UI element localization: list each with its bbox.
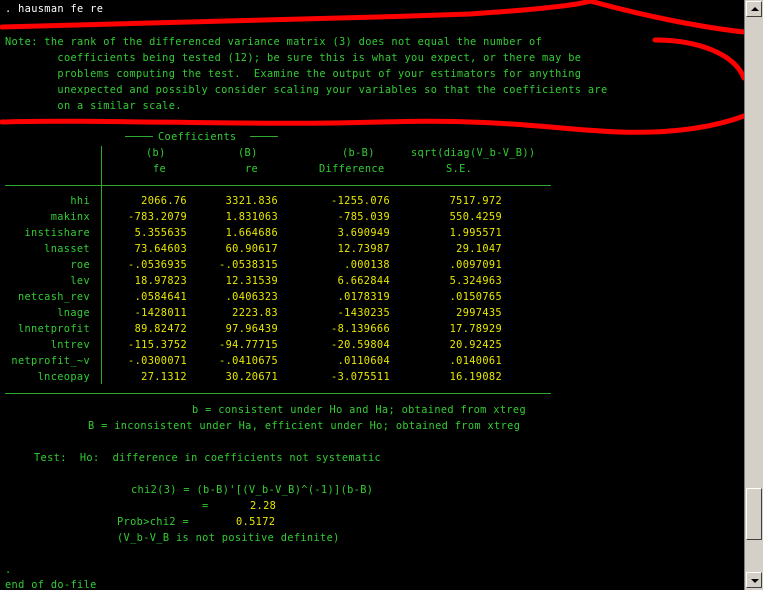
table-bottom-rule: [5, 393, 551, 394]
chi2-formula: chi2(3) = (b-B)'[(V_b-V_B)^(-1)](b-B): [131, 484, 374, 496]
row-value-re: 60.90617: [225, 243, 278, 255]
row-variable-name: netcash_rev: [17, 291, 90, 303]
row-value-fe: .0584641: [134, 291, 187, 303]
table-header-rule: [5, 185, 551, 186]
vnote: (V_b-V_B is not positive definite): [117, 532, 340, 544]
command-line: . hausman fe re: [5, 3, 104, 15]
note-line: on a similar scale.: [5, 100, 182, 112]
prob-label: Prob>chi2 =: [117, 516, 190, 528]
row-value-re: 1.664686: [225, 227, 278, 239]
row-variable-name: makinx: [50, 211, 90, 223]
col-subheader-difference: Difference: [319, 163, 385, 175]
row-value-difference: -8.139666: [331, 323, 390, 335]
col-subheader-se: S.E.: [446, 163, 473, 175]
row-value-fe: 27.1312: [141, 371, 187, 383]
row-value-fe: -1428011: [134, 307, 187, 319]
row-value-se: .0150765: [449, 291, 502, 303]
row-value-fe: 73.64603: [134, 243, 187, 255]
row-value-difference: -785.039: [337, 211, 390, 223]
row-variable-name: lnasset: [44, 243, 90, 255]
row-variable-name: lnceopay: [37, 371, 90, 383]
prob-value: 0.5172: [236, 516, 276, 528]
row-value-difference: -1255.076: [331, 195, 390, 207]
chi2-value: 2.28: [250, 500, 277, 512]
scroll-up-button[interactable]: [746, 1, 762, 17]
row-value-fe: 89.82472: [134, 323, 187, 335]
header-rule-left: [125, 136, 153, 137]
row-value-re: -.0538315: [219, 259, 278, 271]
row-value-difference: -20.59804: [331, 339, 390, 351]
row-value-se: 20.92425: [449, 339, 502, 351]
row-value-se: 2997435: [456, 307, 502, 319]
col-header-B: (B): [238, 147, 258, 159]
note-line: problems computing the test. Examine the…: [5, 68, 582, 80]
row-value-re: 12.31539: [225, 275, 278, 287]
row-value-fe: -.0300071: [128, 355, 187, 367]
row-value-se: .0140061: [449, 355, 502, 367]
scroll-down-button[interactable]: [746, 572, 762, 588]
row-value-difference: .0110604: [337, 355, 390, 367]
row-value-re: 30.20671: [225, 371, 278, 383]
row-value-fe: -115.3752: [128, 339, 187, 351]
col-subheader-re: re: [245, 163, 259, 175]
row-value-difference: 3.690949: [337, 227, 390, 239]
row-value-difference: -1430235: [337, 307, 390, 319]
note-line: coefficients being tested (12); be sure …: [5, 52, 582, 64]
row-value-se: 29.1047: [456, 243, 502, 255]
row-value-se: .0097091: [449, 259, 502, 271]
chi2-equals: =: [202, 500, 209, 512]
note-line: Note: the rank of the differenced varian…: [5, 36, 543, 48]
col-header-diff: (b-B): [342, 147, 375, 159]
end-dot: .: [5, 564, 12, 576]
row-value-difference: .000138: [344, 259, 390, 271]
row-variable-name: hhi: [70, 195, 90, 207]
row-value-difference: 12.73987: [337, 243, 390, 255]
results-window: . hausman fe re Note: the rank of the di…: [0, 0, 744, 590]
row-variable-name: lntrev: [50, 339, 90, 351]
row-value-se: 1.995571: [449, 227, 502, 239]
vertical-scrollbar[interactable]: [744, 0, 763, 590]
arrow-down-icon: [751, 579, 759, 583]
row-variable-name: roe: [70, 259, 90, 271]
row-value-fe: 5.355635: [134, 227, 187, 239]
note-line: unexpected and possibly consider scaling…: [5, 84, 608, 96]
col-header-b: (b): [146, 147, 166, 159]
header-rule-right: [250, 136, 278, 137]
row-variable-name: lnnetprofit: [17, 323, 90, 335]
row-value-re: 1.831063: [225, 211, 278, 223]
row-value-re: 2223.83: [232, 307, 278, 319]
row-value-re: .0406323: [225, 291, 278, 303]
coefficients-header: Coefficients: [158, 131, 237, 143]
row-variable-name: lev: [70, 275, 90, 287]
table-vertical-rule: [101, 146, 102, 384]
col-header-se: sqrt(diag(V_b-V_B)): [411, 147, 536, 159]
scroll-thumb[interactable]: [746, 488, 762, 540]
row-value-se: 5.324963: [449, 275, 502, 287]
row-value-re: 3321.836: [225, 195, 278, 207]
row-value-re: -.0410675: [219, 355, 278, 367]
row-variable-name: lnage: [57, 307, 90, 319]
row-value-se: 550.4259: [449, 211, 502, 223]
row-variable-name: instishare: [24, 227, 90, 239]
B-definition: B = inconsistent under Ha, efficient und…: [88, 420, 521, 432]
row-value-re: -94.77715: [219, 339, 278, 351]
row-variable-name: netprofit_~v: [11, 355, 90, 367]
row-value-difference: .0178319: [337, 291, 390, 303]
row-value-se: 16.19082: [449, 371, 502, 383]
row-value-difference: 6.662844: [337, 275, 390, 287]
col-subheader-fe: fe: [153, 163, 167, 175]
b-definition: b = consistent under Ho and Ha; obtained…: [192, 404, 527, 416]
row-value-se: 7517.972: [449, 195, 502, 207]
row-value-fe: 2066.76: [141, 195, 187, 207]
end-of-do-file: end of do-file: [5, 579, 97, 590]
row-value-fe: -.0536935: [128, 259, 187, 271]
row-value-re: 97.96439: [225, 323, 278, 335]
row-value-se: 17.78929: [449, 323, 502, 335]
row-value-difference: -3.075511: [331, 371, 390, 383]
arrow-up-icon: [751, 7, 759, 11]
row-value-fe: 18.97823: [134, 275, 187, 287]
row-value-fe: -783.2079: [128, 211, 187, 223]
test-line: Test: Ho: difference in coefficients not…: [34, 452, 382, 464]
